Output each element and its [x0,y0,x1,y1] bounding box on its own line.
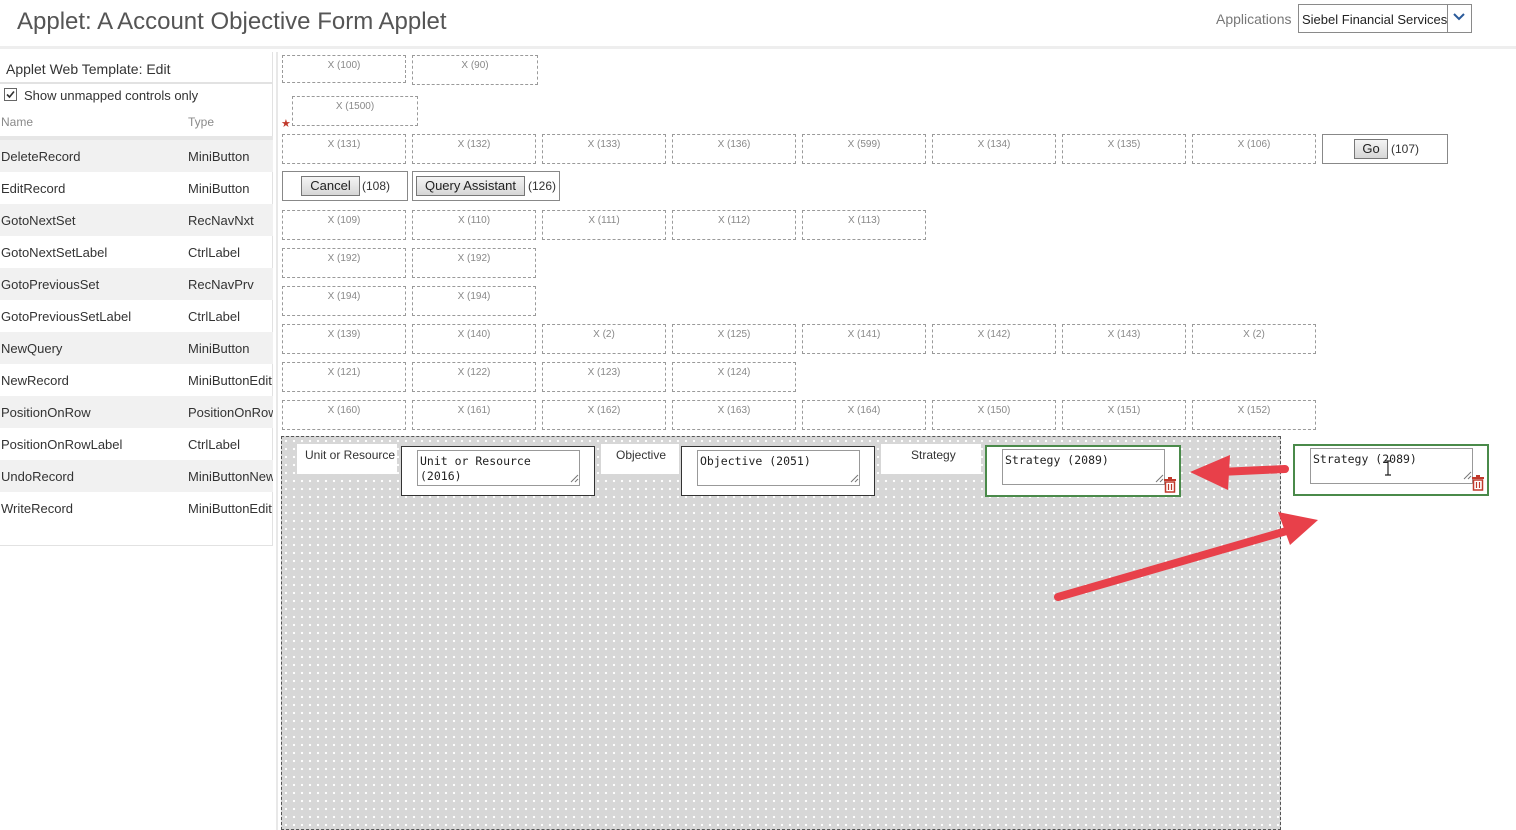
arrow-up-right-icon [1054,512,1318,601]
annotation-arrows [1054,455,1318,601]
arrow-left-icon [1190,455,1289,490]
